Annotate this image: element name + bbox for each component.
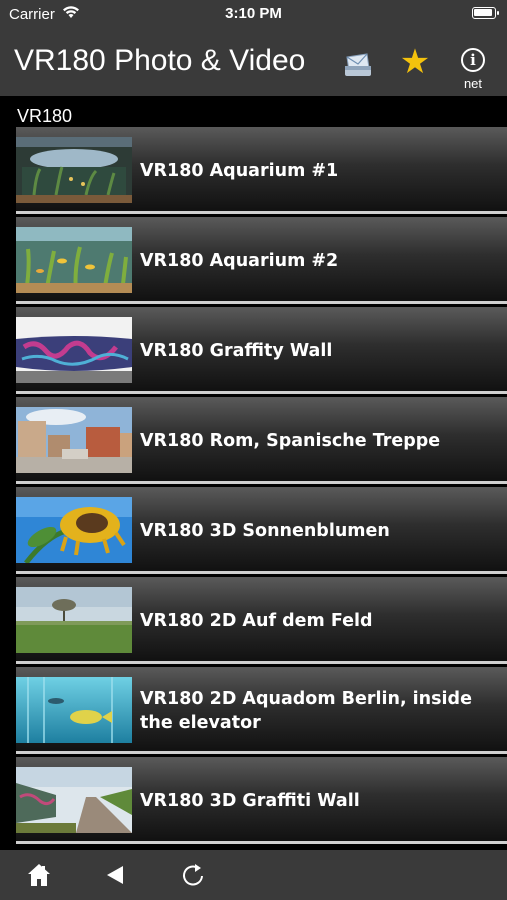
media-list: VR180 Aquarium #1 VR180 Aquarium #2 VR18…: [16, 127, 507, 847]
section-header: VR180: [17, 106, 73, 126]
list-item[interactable]: VR180 Graffity Wall: [16, 307, 507, 394]
bottom-toolbar: [0, 850, 507, 900]
list-item-label: VR180 Graffity Wall: [140, 340, 333, 361]
status-bar: Carrier 3:10 PM: [0, 0, 507, 28]
thumbnail-graffity-wall: [16, 317, 132, 383]
star-icon: ★: [399, 43, 431, 81]
thumbnail-aquadom-berlin: [16, 677, 132, 743]
thumbnail-sonnenblumen: [16, 497, 132, 563]
list-item-label: VR180 Aquarium #1: [140, 160, 339, 181]
list-item[interactable]: VR180 Aquarium #1: [16, 127, 507, 214]
thumbnail-3d-graffiti-wall: [16, 767, 132, 833]
list-item[interactable]: VR180 3D Sonnenblumen: [16, 487, 507, 574]
list-item[interactable]: VR180 Rom, Spanische Treppe: [16, 397, 507, 484]
back-icon: [107, 866, 123, 884]
list-item-label: VR180 2D Auf dem Feld: [140, 610, 373, 631]
thumbnail-aquarium-2: [16, 227, 132, 293]
thumbnail-auf-dem-feld: [16, 587, 132, 653]
battery-icon: [472, 7, 499, 19]
list-item[interactable]: VR180 Aquarium #2: [16, 217, 507, 304]
info-icon: i: [461, 48, 485, 72]
list-item-label: VR180 3D Sonnenblumen: [140, 520, 390, 541]
thumbnail-rom-spanische-treppe: [16, 407, 132, 473]
list-item-label: VR180 Rom, Spanische Treppe: [140, 430, 441, 451]
app-title: VR180 Photo & Video: [14, 44, 306, 77]
mail-tray-icon: [345, 53, 371, 76]
back-button[interactable]: [101, 860, 131, 890]
status-time: 3:10 PM: [225, 5, 282, 22]
list-item-label: VR180 3D Graffiti Wall: [140, 790, 360, 811]
info-button[interactable]: i net: [455, 38, 491, 91]
list-item-label: VR180 Aquarium #2: [140, 250, 339, 271]
home-icon: [28, 864, 50, 886]
mail-button[interactable]: [341, 50, 375, 80]
home-button[interactable]: [24, 860, 54, 890]
reload-icon: [183, 864, 203, 886]
list-item-label: VR180 2D Aquadom Berlin, inside the elev…: [140, 688, 472, 733]
thumbnail-aquarium-1: [16, 137, 132, 203]
list-item[interactable]: VR180 3D Graffiti Wall: [16, 757, 507, 844]
list-item[interactable]: VR180 2D Aquadom Berlin, inside the elev…: [16, 667, 507, 754]
list-item[interactable]: VR180 2D Auf dem Feld: [16, 577, 507, 664]
info-net-label: net: [463, 76, 483, 91]
reload-button[interactable]: [178, 860, 208, 890]
nav-bar: VR180 Photo & Video ★ i net: [0, 28, 507, 96]
favorites-star-button[interactable]: ★: [396, 42, 434, 82]
